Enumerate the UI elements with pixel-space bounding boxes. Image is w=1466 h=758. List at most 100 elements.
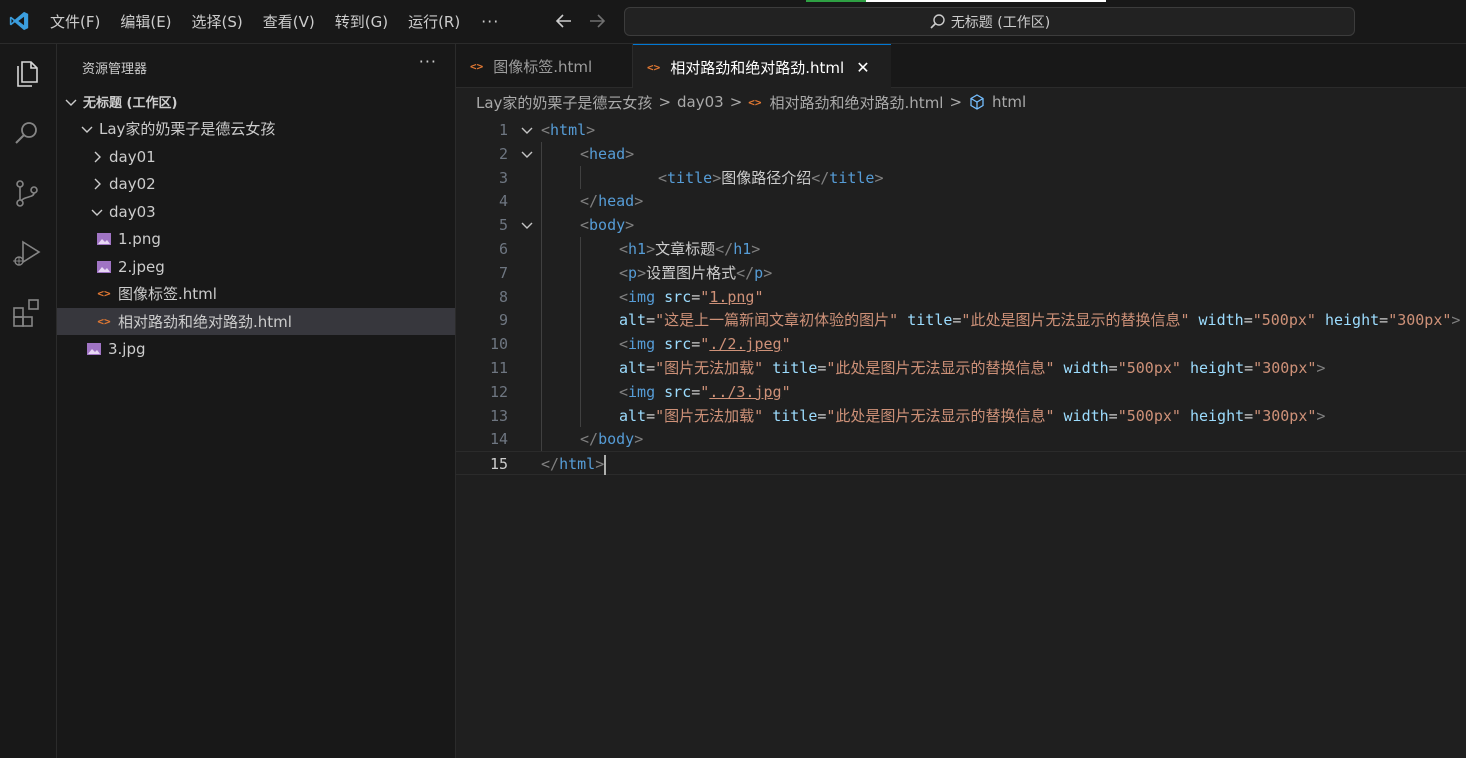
- tree-item-folder-root[interactable]: Lay家的奶栗子是德云女孩: [57, 115, 455, 142]
- chevron-down-icon: [81, 126, 93, 133]
- code-token: height: [1189, 359, 1245, 377]
- code-token: img: [628, 382, 656, 401]
- code-line[interactable]: 9 alt="这是上一篇新闻文章初体验的图片" title="此处是图片无法显示的…: [456, 308, 1466, 332]
- code-line[interactable]: 5 <body>: [456, 213, 1466, 237]
- code-token: >: [637, 263, 647, 282]
- code-token: >: [634, 192, 644, 211]
- code-token: >: [646, 240, 656, 258]
- line-number: 10: [489, 335, 508, 354]
- search-view-icon[interactable]: [10, 116, 44, 150]
- code-token: ": [781, 382, 791, 401]
- code-line[interactable]: 14 </body>: [456, 427, 1466, 451]
- code-token: "300px": [1253, 359, 1317, 377]
- code-line[interactable]: 11 alt="图片无法加载" title="此处是图片无法显示的替换信息" wi…: [456, 356, 1466, 380]
- breadcrumb: Lay家的奶栗子是德云女孩 > day03 > <> 相对路劲和绝对路劲.htm…: [456, 88, 1466, 116]
- tree-item-workspace[interactable]: 无标题 (工作区): [57, 88, 455, 115]
- editor-tab-bar: <> 图像标签.html <> 相对路劲和绝对路劲.html ✕: [456, 44, 1466, 89]
- vscode-logo-icon[interactable]: [8, 10, 30, 32]
- explorer-files-icon[interactable]: [10, 56, 44, 90]
- code-token: "300px": [1388, 311, 1452, 330]
- html-file-icon: <>: [647, 60, 661, 74]
- tab-image-tag-html[interactable]: <> 图像标签.html: [456, 44, 633, 88]
- code-token: alt: [619, 359, 647, 377]
- code-line[interactable]: 12 <img src="../3.jpg": [456, 380, 1466, 404]
- code-content: <h1>文章标题</h1>: [619, 237, 760, 261]
- code-line[interactable]: 10 <img src="./2.jpeg": [456, 332, 1466, 356]
- run-debug-icon[interactable]: [10, 236, 44, 270]
- tree-item-file-3jpg[interactable]: 3.jpg: [57, 335, 455, 362]
- code-content: alt="图片无法加载" title="此处是图片无法显示的替换信息" widt…: [619, 356, 1325, 380]
- code-token: </: [580, 430, 599, 449]
- tree-item-label: 1.png: [118, 229, 161, 248]
- tab-relative-path-html[interactable]: <> 相对路劲和绝对路劲.html ✕: [633, 44, 891, 89]
- chevron-down-icon: [91, 209, 103, 216]
- code-line[interactable]: 4 </head>: [456, 189, 1466, 213]
- code-line[interactable]: 6 <h1>文章标题</h1>: [456, 237, 1466, 261]
- fold-chevron-icon[interactable]: [519, 146, 535, 162]
- breadcrumb-folder-root[interactable]: Lay家的奶栗子是德云女孩: [476, 92, 652, 113]
- breadcrumb-folder-day03[interactable]: day03: [677, 93, 724, 111]
- code-token: html: [550, 121, 587, 139]
- code-token: 图像路径介绍: [721, 168, 812, 187]
- explorer-more-button[interactable]: ···: [419, 52, 437, 71]
- code-token: <: [619, 382, 629, 401]
- code-line[interactable]: 13 alt="图片无法加载" title="此处是图片无法显示的替换信息" wi…: [456, 404, 1466, 428]
- code-token: =: [646, 359, 656, 377]
- code-token: "500px": [1117, 359, 1181, 377]
- search-icon: [930, 13, 945, 29]
- command-center-search[interactable]: 无标题 (工作区): [624, 7, 1355, 36]
- back-arrow-icon[interactable]: [553, 10, 575, 32]
- source-control-icon[interactable]: [10, 176, 44, 210]
- breadcrumb-symbol-html[interactable]: html: [992, 93, 1026, 111]
- close-icon[interactable]: ✕: [856, 58, 869, 77]
- extensions-icon[interactable]: [10, 296, 44, 330]
- code-token: =: [646, 311, 656, 330]
- line-number: 13: [489, 406, 508, 425]
- code-token: "300px": [1253, 406, 1317, 425]
- menu-go[interactable]: 转到(G): [325, 0, 398, 44]
- menu-more-button[interactable]: ···: [470, 0, 510, 44]
- tree-item-file-image-tag-html[interactable]: <> 图像标签.html: [57, 280, 455, 307]
- breadcrumb-file[interactable]: 相对路劲和绝对路劲.html: [770, 92, 944, 113]
- tree-item-folder-day01[interactable]: day01: [57, 143, 455, 170]
- tab-label: 相对路劲和绝对路劲.html: [670, 58, 845, 77]
- code-line[interactable]: 7 <p>设置图片格式</p>: [456, 261, 1466, 285]
- code-token: <: [619, 335, 629, 354]
- tree-item-file-2jpeg[interactable]: 2.jpeg: [57, 253, 455, 280]
- menu-view[interactable]: 查看(V): [253, 0, 325, 44]
- code-token: ": [700, 335, 710, 354]
- code-token: p: [754, 263, 764, 282]
- code-content: alt="图片无法加载" title="此处是图片无法显示的替换信息" widt…: [619, 404, 1325, 428]
- line-number: 15: [489, 455, 508, 474]
- code-token: "500px": [1117, 406, 1181, 425]
- code-line[interactable]: 15 </html>: [456, 451, 1466, 476]
- tree-item-folder-day03[interactable]: day03: [57, 198, 455, 225]
- tree-item-file-relative-path-html[interactable]: <> 相对路劲和绝对路劲.html: [57, 308, 455, 335]
- menu-selection[interactable]: 选择(S): [182, 0, 253, 44]
- fold-chevron-icon[interactable]: [519, 122, 535, 138]
- code-content: <html>: [541, 118, 595, 142]
- tree-item-file-1png[interactable]: 1.png: [57, 225, 455, 252]
- menu-file[interactable]: 文件(F): [40, 0, 110, 44]
- code-line[interactable]: 1 <html>: [456, 118, 1466, 142]
- code-token: </: [715, 240, 734, 258]
- code-token: =: [691, 287, 701, 306]
- line-number: 7: [498, 263, 508, 282]
- tree-item-folder-day02[interactable]: day02: [57, 170, 455, 197]
- code-line[interactable]: 2 <head>: [456, 142, 1466, 166]
- code-token: title: [829, 168, 875, 187]
- menu-edit[interactable]: 编辑(E): [110, 0, 181, 44]
- code-token: "此处是图片无法显示的替换信息": [826, 406, 1055, 425]
- code-line[interactable]: 3 <title>图像路径介绍</title>: [456, 166, 1466, 190]
- code-content: alt="这是上一篇新闻文章初体验的图片" title="此处是图片无法显示的替…: [619, 308, 1460, 332]
- forward-arrow-icon[interactable]: [586, 10, 608, 32]
- code-line[interactable]: 8 <img src="1.png": [456, 285, 1466, 309]
- code-token: title: [772, 406, 818, 425]
- menu-run[interactable]: 运行(R): [398, 0, 470, 44]
- code-editor[interactable]: 1 <html> 2 <head> 3 <title>图像路径介绍</title> 4 </h…: [456, 116, 1466, 758]
- fold-chevron-icon[interactable]: [519, 217, 535, 233]
